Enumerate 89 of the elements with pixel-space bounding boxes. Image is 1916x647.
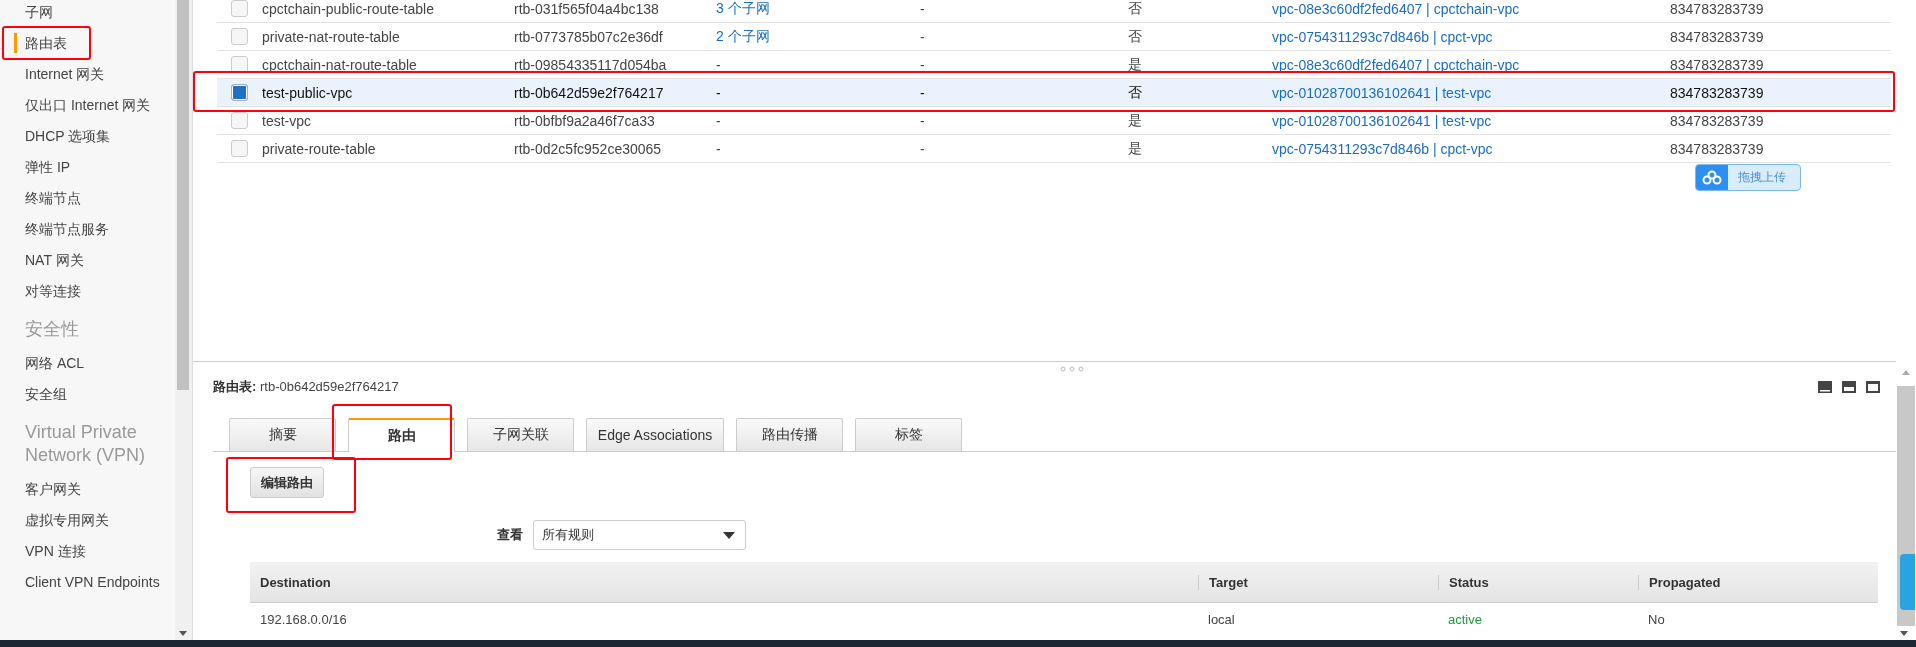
table-cell-text: test-vpc xyxy=(262,112,312,129)
tab[interactable]: 子网关联 xyxy=(467,418,574,451)
details-title: 路由表: rtb-0b642d59e2f764217 xyxy=(213,378,399,396)
table-cell-text: - xyxy=(920,84,926,101)
sidebar-item[interactable]: 弹性 IP xyxy=(0,156,71,177)
subnets-link[interactable]: 3 个子网 xyxy=(716,0,770,16)
table-cell-text: rtb-031f565f04a4bc138 xyxy=(514,0,660,17)
sidebar-item[interactable]: 安全组 xyxy=(0,383,67,404)
sidebar-item[interactable]: 仅出口 Internet 网关 xyxy=(0,94,151,115)
tab[interactable]: 路由传播 xyxy=(736,418,843,451)
column-header: Destination xyxy=(259,574,332,590)
tab[interactable]: 路由 xyxy=(348,418,455,452)
table-cell-text: rtb-09854335117d054ba xyxy=(514,56,668,73)
sidebar-item[interactable]: 终端节点 xyxy=(0,187,81,208)
table-cell: - xyxy=(716,140,721,157)
row-checkbox[interactable] xyxy=(231,140,248,157)
table-cell-text: 834783283739 xyxy=(1670,84,1765,101)
vpc-link[interactable]: vpc-0754311293c7d846b | cpct-vpc xyxy=(1272,140,1493,157)
sidebar-heading: Virtual Private Network (VPN) xyxy=(24,421,146,467)
sidebar-item[interactable]: DHCP 选项集 xyxy=(0,125,111,146)
column-header: Status xyxy=(1438,574,1638,590)
vpc-link[interactable]: vpc-01028700136102641 | test-vpc xyxy=(1272,112,1492,129)
tab[interactable]: Edge Associations xyxy=(586,418,724,451)
table-cell-text: 是 xyxy=(1127,55,1143,74)
sidebar-heading: 安全性 xyxy=(24,318,80,341)
table-cell: - xyxy=(716,112,721,129)
table-cell-text: - xyxy=(920,56,926,73)
vpc-link[interactable]: vpc-08e3c60df2fed6407 | cpctchain-vpc xyxy=(1272,0,1520,17)
table-cell-text: - xyxy=(920,0,926,17)
column-header: Target xyxy=(1198,574,1438,590)
tab[interactable]: 摘要 xyxy=(229,418,336,451)
sidebar-item[interactable]: 虚拟专用网关 xyxy=(0,509,109,530)
subnets-link[interactable]: 2 个子网 xyxy=(716,27,770,44)
tab[interactable]: 标签 xyxy=(855,418,962,451)
table-cell-text: 是 xyxy=(1127,111,1143,130)
sidebar-item[interactable]: NAT 网关 xyxy=(0,249,84,270)
table-cell-text: local xyxy=(1207,611,1236,627)
table-cell-text: cpctchain-nat-route-table xyxy=(262,56,418,73)
table-cell-text: 834783283739 xyxy=(1670,28,1765,45)
caret-icon xyxy=(723,531,735,539)
row-checkbox[interactable] xyxy=(231,28,248,45)
table-cell-text: rtb-0773785b07c2e36df xyxy=(514,28,664,45)
sidebar-item[interactable]: 终端节点服务 xyxy=(0,218,109,239)
sidebar-item[interactable]: 网络 ACL xyxy=(0,352,85,373)
table-cell-text: No xyxy=(1647,611,1666,627)
sidebar-item[interactable]: VPN 连接 xyxy=(0,540,86,561)
resize-grip-icon[interactable] xyxy=(1060,366,1084,372)
cloud-icon xyxy=(1696,165,1728,190)
sidebar-item[interactable]: Client VPN Endpoints xyxy=(0,571,160,592)
table-cell: - xyxy=(716,84,721,101)
vpc-link[interactable]: vpc-0754311293c7d846b | cpct-vpc xyxy=(1272,28,1493,45)
table-cell-text: rtb-0bfbf9a2a46f7ca33 xyxy=(514,112,656,129)
table-cell-text: 否 xyxy=(1127,0,1143,18)
layout-icon[interactable] xyxy=(1866,381,1880,393)
table-cell-text: - xyxy=(920,140,926,157)
sidebar-item[interactable]: 子网 xyxy=(0,1,53,22)
table-cell-text: - xyxy=(920,112,926,129)
vpc-link[interactable]: vpc-01028700136102641 | test-vpc xyxy=(1272,84,1492,101)
filter-dropdown[interactable]: 所有规则 xyxy=(533,520,746,550)
edit-routes-button[interactable]: 编辑路由 xyxy=(250,467,324,498)
table-cell-text: 192.168.0.0/16 xyxy=(259,611,348,627)
table-cell-text: rtb-0d2c5fc952ce30065 xyxy=(514,140,663,157)
table-cell-text: 834783283739 xyxy=(1670,0,1765,17)
table-cell-text: rtb-0b642d59e2f764217 xyxy=(514,84,665,101)
table-cell-text: test-public-vpc xyxy=(262,84,354,101)
filter-label: 查看 xyxy=(497,526,523,544)
sidebar-item[interactable]: 对等连接 xyxy=(0,280,81,301)
row-checkbox[interactable] xyxy=(231,84,248,101)
layout-icon[interactable] xyxy=(1842,381,1856,393)
table-cell-text: private-route-table xyxy=(262,140,377,157)
table-cell-text: 否 xyxy=(1127,83,1143,102)
sidebar-item[interactable]: 路由表 xyxy=(14,32,67,53)
row-checkbox[interactable] xyxy=(231,112,248,129)
table-cell-text: - xyxy=(920,28,926,45)
scrollbar[interactable] xyxy=(175,0,192,640)
table-cell-text: cpctchain-public-route-table xyxy=(262,0,435,17)
table-cell-text: 834783283739 xyxy=(1670,56,1765,73)
table-cell-text: 是 xyxy=(1127,139,1143,158)
table-cell: - xyxy=(716,56,721,73)
table-cell-text: 否 xyxy=(1127,27,1143,46)
table-cell-text: private-nat-route-table xyxy=(262,28,401,45)
column-header: Propagated xyxy=(1638,574,1818,590)
layout-icon[interactable] xyxy=(1818,381,1832,393)
table-cell-text: 834783283739 xyxy=(1670,112,1765,129)
table-cell-text: 834783283739 xyxy=(1670,140,1765,157)
sidebar-item[interactable]: Internet 网关 xyxy=(0,63,105,84)
sidebar-item[interactable]: 客户网关 xyxy=(0,478,81,499)
row-checkbox[interactable] xyxy=(231,0,248,17)
status-text: active xyxy=(1447,611,1483,627)
